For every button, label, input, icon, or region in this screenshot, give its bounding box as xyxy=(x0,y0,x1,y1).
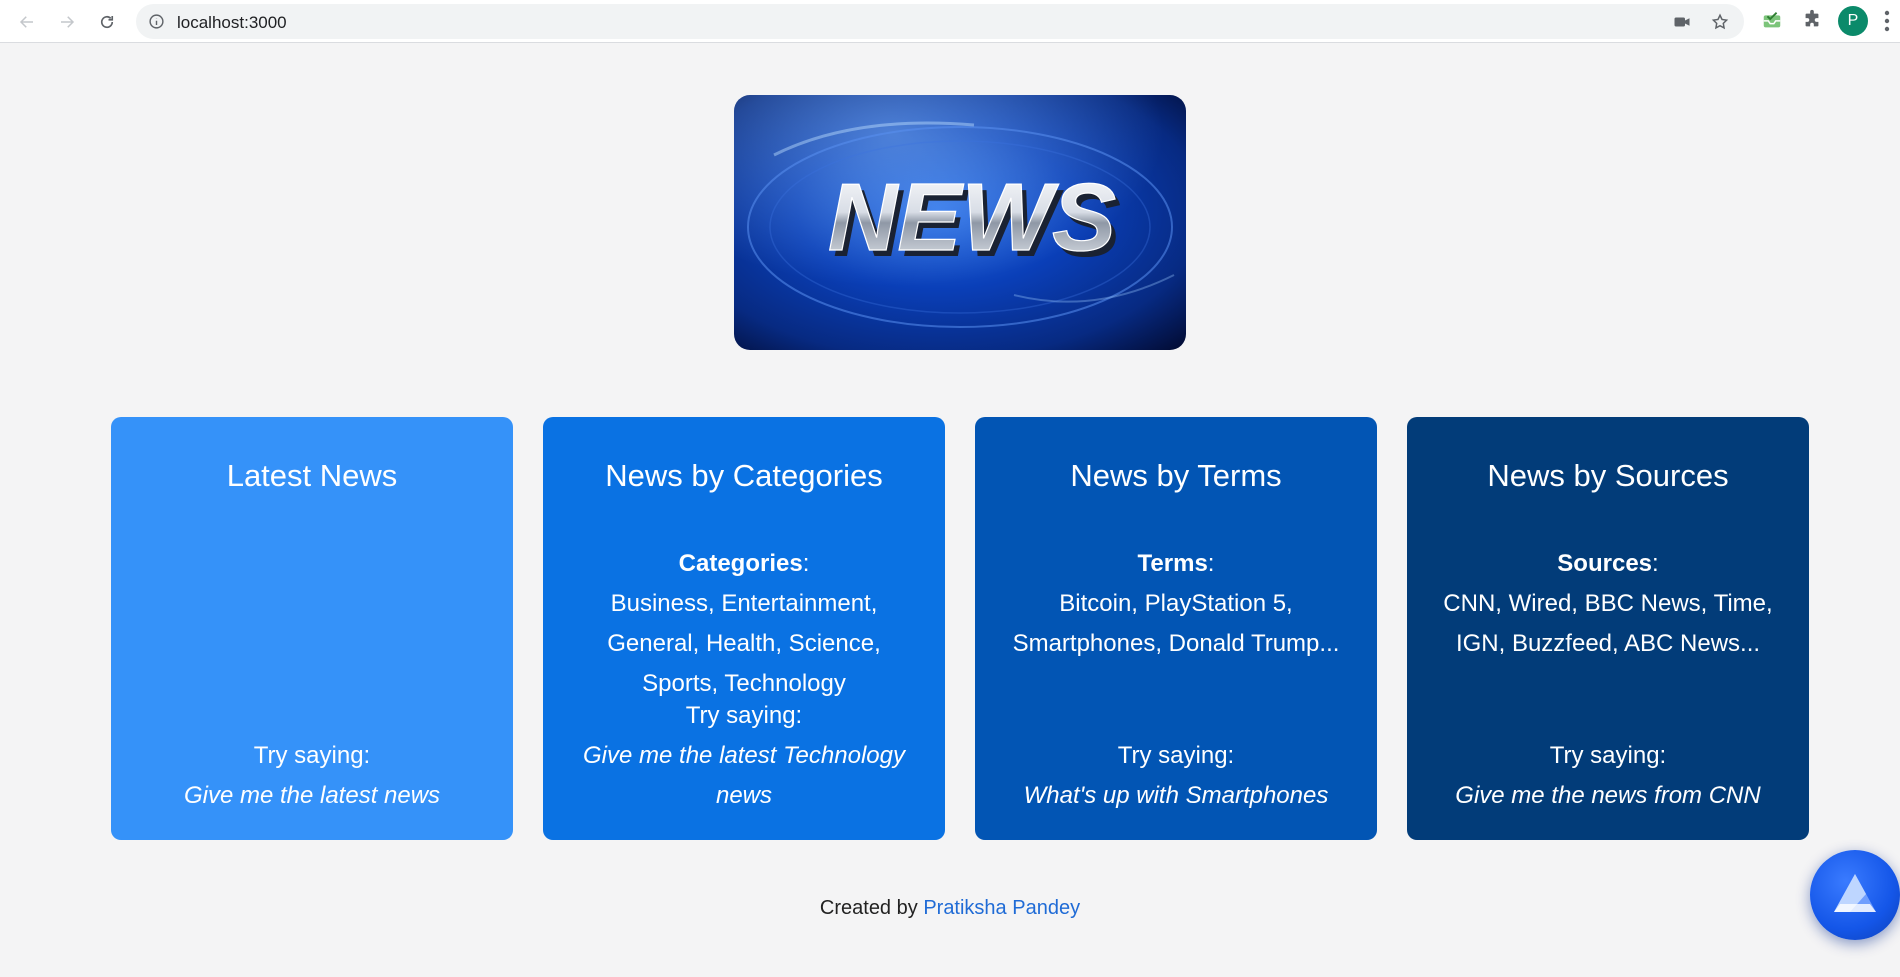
example-phrase: Give me the latest news xyxy=(183,782,441,809)
arrow-right-icon xyxy=(61,16,75,28)
list-items: CNN, Wired, BBC News, Time, IGN, Buzzfee… xyxy=(1443,590,1773,657)
card-news-by-terms[interactable]: News by Terms Terms: Bitcoin, PlayStatio… xyxy=(975,417,1377,840)
inbox-extension-icon[interactable] xyxy=(1761,9,1783,31)
try-label: Try saying: xyxy=(253,742,371,769)
list-items: Bitcoin, PlayStation 5, Smartphones, Don… xyxy=(1012,590,1340,657)
card-news-by-categories[interactable]: News by Categories Categories: Business,… xyxy=(543,417,945,840)
voice-assistant-button[interactable] xyxy=(1810,850,1900,940)
list-heading: Terms xyxy=(1137,550,1208,577)
try-saying: Try saying: Give me the news from CNN xyxy=(1437,736,1779,816)
example-phrase: What's up with Smartphones xyxy=(1023,782,1329,809)
star-icon[interactable] xyxy=(1711,13,1729,31)
address-bar[interactable]: localhost:3000 xyxy=(136,4,1744,39)
list-items: Business, Entertainment, General, Health… xyxy=(607,590,881,697)
news-logo-text: NEWS xyxy=(828,164,1116,271)
profile-avatar[interactable]: P xyxy=(1838,6,1868,36)
card-list: Sources: CNN, Wired, BBC News, Time, IGN… xyxy=(1437,544,1779,664)
example-phrase: Give me the latest Technology news xyxy=(583,742,905,809)
list-heading: Sources xyxy=(1557,550,1653,577)
camera-icon[interactable] xyxy=(1673,13,1691,31)
news-logo-image: NEWS NEWS xyxy=(734,95,1186,350)
try-label: Try saying: xyxy=(1549,742,1667,769)
url-text[interactable]: localhost:3000 xyxy=(177,13,287,33)
back-button[interactable] xyxy=(13,8,41,36)
browser-toolbar: localhost:3000 P xyxy=(0,0,1900,43)
profile-initial: P xyxy=(1847,12,1859,29)
info-icon[interactable] xyxy=(148,13,165,30)
arrow-left-icon xyxy=(19,16,33,28)
card-title: Latest News xyxy=(226,458,398,493)
example-phrase: Give me the news from CNN xyxy=(1455,782,1761,809)
try-saying: Try saying: Give me the latest news xyxy=(141,736,483,816)
card-latest-news[interactable]: Latest News Try saying: Give me the late… xyxy=(111,417,513,840)
footer-credit: Created by Pratiksha Pandey xyxy=(0,897,1900,920)
card-list: Terms: Bitcoin, PlayStation 5, Smartphon… xyxy=(1005,544,1347,664)
card-title: News by Terms xyxy=(1070,458,1282,493)
footer-prefix: Created by xyxy=(819,897,918,919)
alan-assistant-icon xyxy=(1834,874,1876,912)
card-title: News by Sources xyxy=(1487,458,1729,493)
reload-button[interactable] xyxy=(93,8,121,36)
list-heading: Categories xyxy=(678,550,803,577)
more-vert-icon[interactable] xyxy=(1884,10,1890,32)
card-news-by-sources[interactable]: News by Sources Sources: CNN, Wired, BBC… xyxy=(1407,417,1809,840)
reload-icon xyxy=(100,15,114,29)
author-link[interactable]: Pratiksha Pandey xyxy=(923,897,1080,919)
try-saying: Try saying: Give me the latest Technolog… xyxy=(573,696,915,816)
card-title: News by Categories xyxy=(605,458,883,493)
try-saying: Try saying: What's up with Smartphones xyxy=(1005,736,1347,816)
puzzle-icon[interactable] xyxy=(1801,9,1823,31)
try-label: Try saying: xyxy=(685,702,803,729)
try-label: Try saying: xyxy=(1117,742,1235,769)
forward-button[interactable] xyxy=(53,8,81,36)
card-list: Categories: Business, Entertainment, Gen… xyxy=(573,544,915,704)
